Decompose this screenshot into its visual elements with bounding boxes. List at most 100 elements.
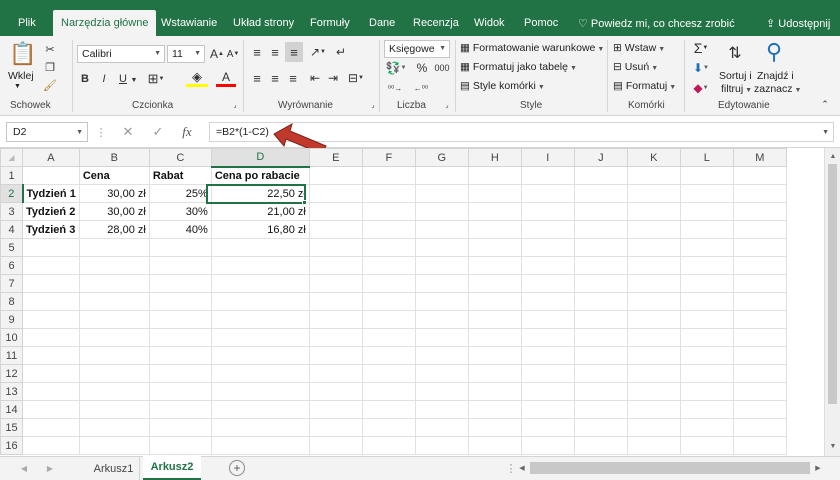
cell-m8[interactable] <box>732 292 787 311</box>
cell-e14[interactable] <box>308 400 363 419</box>
cell-e8[interactable] <box>308 292 363 311</box>
cell-l5[interactable] <box>679 238 734 257</box>
cell-j1[interactable] <box>573 166 628 185</box>
cell-e7[interactable] <box>308 274 363 293</box>
format-painter-icon[interactable]: 🖌 <box>42 78 58 92</box>
cell-h15[interactable] <box>467 418 522 437</box>
row-header[interactable]: 3 <box>0 202 23 221</box>
cell-d15[interactable] <box>210 418 310 437</box>
sheet-tab-arkusz1[interactable]: Arkusz1 <box>88 457 140 480</box>
align-middle-icon[interactable]: ≡ <box>267 44 283 60</box>
scroll-right-icon[interactable]: ▶ <box>812 462 824 474</box>
cell-k5[interactable] <box>626 238 681 257</box>
cell-h6[interactable] <box>467 256 522 275</box>
cell-g15[interactable] <box>414 418 469 437</box>
alignment-dialog-launcher-icon[interactable]: ⌟ <box>369 101 377 109</box>
cell-k6[interactable] <box>626 256 681 275</box>
increase-decimal-icon[interactable]: ⁰⁰→ <box>384 80 406 96</box>
cell-m3[interactable] <box>732 202 787 221</box>
cell-g11[interactable] <box>414 346 469 365</box>
cell-e10[interactable] <box>308 328 363 347</box>
collapse-ribbon-chevron-up-icon[interactable]: ⌃ <box>818 98 832 110</box>
cell-b13[interactable] <box>78 382 150 401</box>
cell-j8[interactable] <box>573 292 628 311</box>
cell-b8[interactable] <box>78 292 150 311</box>
cell-k2[interactable] <box>626 184 681 203</box>
cell-k8[interactable] <box>626 292 681 311</box>
cell-a3[interactable]: Tydzień 2 <box>22 202 80 221</box>
cell-a11[interactable] <box>22 346 80 365</box>
cell-l16[interactable] <box>679 436 734 455</box>
cell-l6[interactable] <box>679 256 734 275</box>
cell-l9[interactable] <box>679 310 734 329</box>
cell-d4[interactable]: 16,80 zł <box>210 220 310 239</box>
cell-f16[interactable] <box>361 436 416 455</box>
cell-j11[interactable] <box>573 346 628 365</box>
cell-c8[interactable] <box>148 292 212 311</box>
cell-f10[interactable] <box>361 328 416 347</box>
align-left-icon[interactable]: ≡ <box>249 70 265 86</box>
align-bottom-icon[interactable]: ≡ <box>285 42 303 62</box>
row-header[interactable]: 9 <box>0 310 23 329</box>
cell-a6[interactable] <box>22 256 80 275</box>
select-all-corner[interactable]: ◢ <box>0 148 23 167</box>
cell-f11[interactable] <box>361 346 416 365</box>
tab-view[interactable]: Widok <box>474 17 505 29</box>
cell-b6[interactable] <box>78 256 150 275</box>
format-cells-button[interactable]: ▤ Formatuj ▼ <box>613 80 676 92</box>
fill-icon[interactable]: ⬇ ▼ <box>689 60 713 76</box>
cell-a16[interactable] <box>22 436 80 455</box>
tab-split-grip-icon[interactable]: ⋮ <box>506 461 517 475</box>
decrease-indent-icon[interactable]: ⇤ <box>307 70 323 86</box>
cell-k3[interactable] <box>626 202 681 221</box>
cell-e5[interactable] <box>308 238 363 257</box>
cell-j10[interactable] <box>573 328 628 347</box>
insert-cells-button[interactable]: ⊞ Wstaw ▼ <box>613 42 665 54</box>
cell-a4[interactable]: Tydzień 3 <box>22 220 80 239</box>
cell-f8[interactable] <box>361 292 416 311</box>
orientation-icon[interactable]: ↗ ▼ <box>307 44 329 60</box>
cell-h4[interactable] <box>467 220 522 239</box>
cell-i8[interactable] <box>520 292 575 311</box>
scroll-up-icon[interactable]: ▲ <box>827 150 839 162</box>
scroll-left-icon[interactable]: ◀ <box>516 462 528 474</box>
cell-k13[interactable] <box>626 382 681 401</box>
cell-b5[interactable] <box>78 238 150 257</box>
find-search-icon[interactable]: ⚲ <box>760 38 788 66</box>
row-header[interactable]: 1 <box>0 166 23 185</box>
cell-a15[interactable] <box>22 418 80 437</box>
increase-indent-icon[interactable]: ⇥ <box>325 70 341 86</box>
tab-data[interactable]: Dane <box>369 17 395 29</box>
align-center-icon[interactable]: ≡ <box>267 70 283 86</box>
tab-review[interactable]: Recenzja <box>413 17 459 29</box>
row-header[interactable]: 12 <box>0 364 23 383</box>
enter-check-icon[interactable]: ✓ <box>150 124 166 140</box>
paste-button[interactable]: Wklej <box>8 70 34 82</box>
format-as-table-button[interactable]: ▦ Formatuj jako tabelę ▼ <box>460 61 577 73</box>
cell-e13[interactable] <box>308 382 363 401</box>
cell-l12[interactable] <box>679 364 734 383</box>
cell-m6[interactable] <box>732 256 787 275</box>
row-header[interactable]: 15 <box>0 418 23 437</box>
cell-b14[interactable] <box>78 400 150 419</box>
cell-e3[interactable] <box>308 202 363 221</box>
cell-f12[interactable] <box>361 364 416 383</box>
tab-page-layout[interactable]: Układ strony <box>233 17 294 29</box>
cell-c1[interactable]: Rabat <box>148 166 212 185</box>
paste-icon[interactable]: 📋 <box>8 40 38 68</box>
cell-h3[interactable] <box>467 202 522 221</box>
cell-c4[interactable]: 40% <box>148 220 212 239</box>
cell-j15[interactable] <box>573 418 628 437</box>
row-header[interactable]: 10 <box>0 328 23 347</box>
name-box[interactable]: D2 ▼ <box>6 122 88 142</box>
row-header[interactable]: 14 <box>0 400 23 419</box>
tell-me-box[interactable]: ♡ Powiedz mi, co chcesz zrobić <box>578 17 735 30</box>
sheet-next-icon[interactable]: ▶ <box>44 461 56 475</box>
row-header[interactable]: 4 <box>0 220 23 239</box>
cell-b3[interactable]: 30,00 zł <box>78 202 150 221</box>
cell-i14[interactable] <box>520 400 575 419</box>
cell-a8[interactable] <box>22 292 80 311</box>
align-right-icon[interactable]: ≡ <box>285 70 301 86</box>
cell-a1[interactable] <box>22 166 80 185</box>
decrease-font-icon[interactable]: A ▼ <box>226 46 240 62</box>
